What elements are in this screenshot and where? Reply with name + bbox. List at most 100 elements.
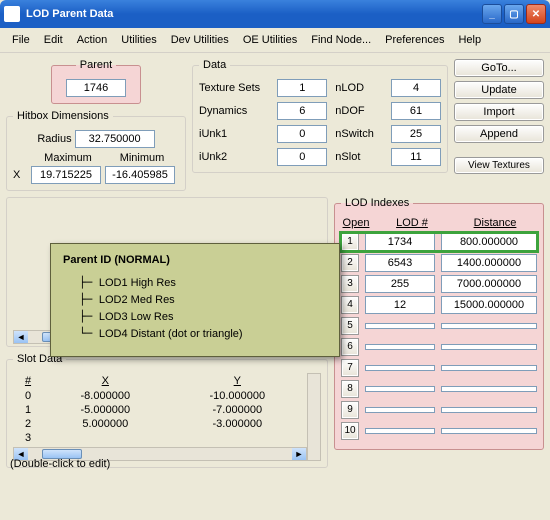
lod-id-5[interactable] [365, 323, 435, 329]
slot-col-n: # [13, 373, 43, 389]
field-nlod[interactable]: 4 [391, 79, 441, 97]
field-dynamics[interactable]: 6 [277, 102, 327, 120]
tooltip-item: LOD4 Distant (dot or triangle) [79, 325, 327, 342]
maximize-button[interactable]: ▢ [504, 4, 524, 24]
lod-indexes-group: LOD Indexes Open LOD # Distance 1 1734 8… [334, 197, 544, 450]
lod-dist-4[interactable]: 15000.000000 [441, 296, 537, 314]
menu-dev-utilities[interactable]: Dev Utilities [165, 32, 235, 48]
title-bar: LOD Parent Data _ ▢ ✕ [0, 0, 550, 28]
menu-file[interactable]: File [6, 32, 36, 48]
parent-legend: Parent [76, 59, 116, 71]
lod-id-9[interactable] [365, 407, 435, 413]
lod-id-2[interactable]: 6543 [365, 254, 435, 272]
status-hint: (Double-click to edit) [10, 458, 110, 470]
parent-group: Parent 1746 [51, 59, 141, 104]
field-texture-sets[interactable]: 1 [277, 79, 327, 97]
view-textures-button[interactable]: View Textures [454, 157, 544, 174]
x-max-field[interactable]: 19.715225 [31, 166, 101, 184]
menu-preferences[interactable]: Preferences [379, 32, 450, 48]
slot-row[interactable]: 3 [13, 431, 307, 445]
slot-data-group: Slot Data # X Y 0-8.000000-10.000000 1-5… [6, 353, 328, 468]
lod-dist-7[interactable] [441, 365, 537, 371]
lod-dist-10[interactable] [441, 428, 537, 434]
lod-dist-5[interactable] [441, 323, 537, 329]
lod-dist-6[interactable] [441, 344, 537, 350]
append-button[interactable]: Append [454, 125, 544, 143]
lod-dist-9[interactable] [441, 407, 537, 413]
field-iunk1[interactable]: 0 [277, 125, 327, 143]
lod-indexes-legend: LOD Indexes [341, 197, 413, 209]
field-ndof[interactable]: 61 [391, 102, 441, 120]
field-nslot[interactable]: 11 [391, 148, 441, 166]
x-min-field[interactable]: -16.405985 [105, 166, 175, 184]
radius-label: Radius [37, 133, 71, 145]
slot-col-y: Y [168, 373, 307, 389]
slot-row[interactable]: 0-8.000000-10.000000 [13, 389, 307, 403]
menu-help[interactable]: Help [452, 32, 487, 48]
lod-id-6[interactable] [365, 344, 435, 350]
close-button[interactable]: ✕ [526, 4, 546, 24]
radius-field[interactable]: 32.750000 [75, 130, 155, 148]
lod-id-1[interactable]: 1734 [365, 233, 435, 251]
lod-col-num: LOD # [377, 217, 447, 229]
app-icon [4, 6, 20, 22]
label-nslot: nSlot [335, 151, 383, 163]
lod-col-dist: Distance [453, 217, 537, 229]
import-button[interactable]: Import [454, 103, 544, 121]
label-iunk1: iUnk1 [199, 128, 269, 140]
slot-col-x: X [43, 373, 168, 389]
menu-action[interactable]: Action [71, 32, 114, 48]
label-iunk2: iUnk2 [199, 151, 269, 163]
lod-open-9[interactable]: 9 [341, 401, 359, 419]
slot-table: # X Y 0-8.000000-10.000000 1-5.000000-7.… [13, 373, 307, 445]
menu-find-node[interactable]: Find Node... [305, 32, 377, 48]
lod-open-10[interactable]: 10 [341, 422, 359, 440]
lod-id-3[interactable]: 255 [365, 275, 435, 293]
tooltip-item: LOD3 Low Res [79, 308, 327, 325]
label-nswitch: nSwitch [335, 128, 383, 140]
menu-edit[interactable]: Edit [38, 32, 69, 48]
lod-id-7[interactable] [365, 365, 435, 371]
tooltip-header: Parent ID (NORMAL) [63, 254, 327, 266]
lod-id-8[interactable] [365, 386, 435, 392]
tooltip-item: LOD2 Med Res [79, 291, 327, 308]
tooltip-item: LOD1 High Res [79, 274, 327, 291]
label-ndof: nDOF [335, 105, 383, 117]
hitbox-legend: Hitbox Dimensions [13, 110, 113, 122]
field-nswitch[interactable]: 25 [391, 125, 441, 143]
lod-open-2[interactable]: 2 [341, 254, 359, 272]
lod-dist-1[interactable]: 800.000000 [441, 233, 537, 251]
minimize-button[interactable]: _ [482, 4, 502, 24]
parent-id-field[interactable]: 1746 [66, 79, 126, 97]
lod-open-6[interactable]: 6 [341, 338, 359, 356]
data-group: Data Texture Sets 1 nLOD 4 Dynamics 6 nD… [192, 59, 448, 173]
min-label: Minimum [107, 152, 177, 164]
slot-row[interactable]: 1-5.000000-7.000000 [13, 403, 307, 417]
lod-dist-8[interactable] [441, 386, 537, 392]
lod-open-7[interactable]: 7 [341, 359, 359, 377]
field-iunk2[interactable]: 0 [277, 148, 327, 166]
data-legend: Data [199, 59, 230, 71]
lod-col-open: Open [341, 217, 371, 229]
menu-utilities[interactable]: Utilities [115, 32, 162, 48]
lod-open-4[interactable]: 4 [341, 296, 359, 314]
lod-open-5[interactable]: 5 [341, 317, 359, 335]
slot-vscroll[interactable] [307, 373, 321, 461]
lod-dist-3[interactable]: 7000.000000 [441, 275, 537, 293]
goto-button[interactable]: GoTo... [454, 59, 544, 77]
max-label: Maximum [33, 152, 103, 164]
lod-open-3[interactable]: 3 [341, 275, 359, 293]
slot-row[interactable]: 25.000000-3.000000 [13, 417, 307, 431]
label-texture-sets: Texture Sets [199, 82, 269, 94]
lod-open-1[interactable]: 1 [341, 233, 359, 251]
lod-id-4[interactable]: 12 [365, 296, 435, 314]
menu-oe-utilities[interactable]: OE Utilities [237, 32, 303, 48]
label-nlod: nLOD [335, 82, 383, 94]
lod-dist-2[interactable]: 1400.000000 [441, 254, 537, 272]
hitbox-group: Hitbox Dimensions Radius 32.750000 Maxim… [6, 110, 186, 191]
x-axis-label: X [13, 169, 27, 181]
update-button[interactable]: Update [454, 81, 544, 99]
lod-open-8[interactable]: 8 [341, 380, 359, 398]
tooltip-panel: Parent ID (NORMAL) LOD1 High Res LOD2 Me… [50, 243, 340, 357]
lod-id-10[interactable] [365, 428, 435, 434]
